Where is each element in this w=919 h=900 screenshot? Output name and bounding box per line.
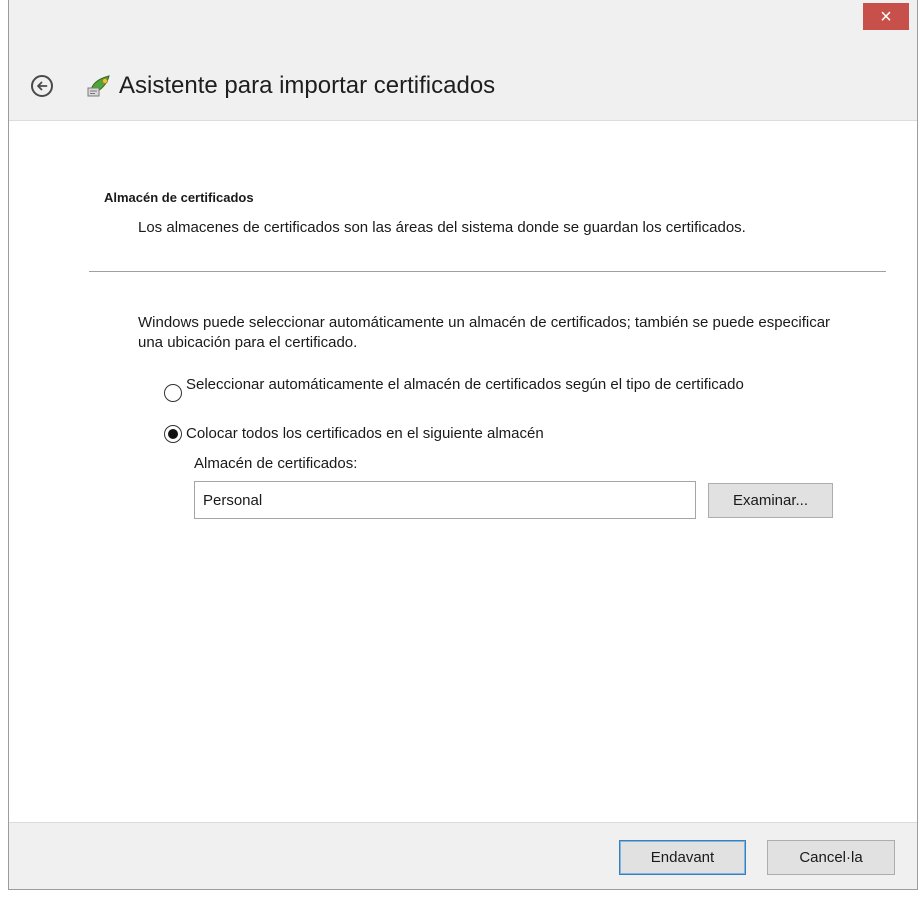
- auto-select-option[interactable]: Seleccionar automáticamente el almacén d…: [164, 375, 804, 402]
- auto-select-label: Seleccionar automáticamente el almacén d…: [186, 376, 744, 393]
- section-heading: Almacén de certificados: [104, 190, 254, 205]
- wizard-window: × Asistente para importar certificados A…: [8, 0, 918, 890]
- intro-text: Windows puede seleccionar automáticament…: [138, 314, 831, 351]
- cancel-button[interactable]: Cancel·la: [767, 840, 895, 875]
- wizard-title: Asistente para importar certificados: [119, 72, 496, 99]
- store-field-label: Almacén de certificados:: [194, 455, 358, 472]
- title-bar: × Asistente para importar certificados: [9, 0, 917, 121]
- section-description: Los almacenes de certificados son las ár…: [138, 219, 746, 236]
- next-button[interactable]: Endavant: [619, 840, 746, 875]
- back-arrow-icon: [37, 81, 48, 91]
- radio-auto-select[interactable]: [164, 384, 182, 402]
- footer-bar: Endavant Cancel·la: [9, 822, 917, 889]
- radio-place-all[interactable]: [164, 425, 182, 443]
- browse-button[interactable]: Examinar...: [708, 483, 833, 518]
- back-button[interactable]: [31, 75, 53, 97]
- close-icon: ×: [880, 5, 892, 28]
- close-button[interactable]: ×: [863, 3, 909, 30]
- certificate-icon: [87, 75, 110, 97]
- place-all-label: Colocar todos los certificados en el sig…: [186, 425, 544, 442]
- divider: [89, 271, 886, 272]
- store-input[interactable]: [194, 481, 696, 519]
- place-all-option[interactable]: Colocar todos los certificados en el sig…: [164, 424, 544, 444]
